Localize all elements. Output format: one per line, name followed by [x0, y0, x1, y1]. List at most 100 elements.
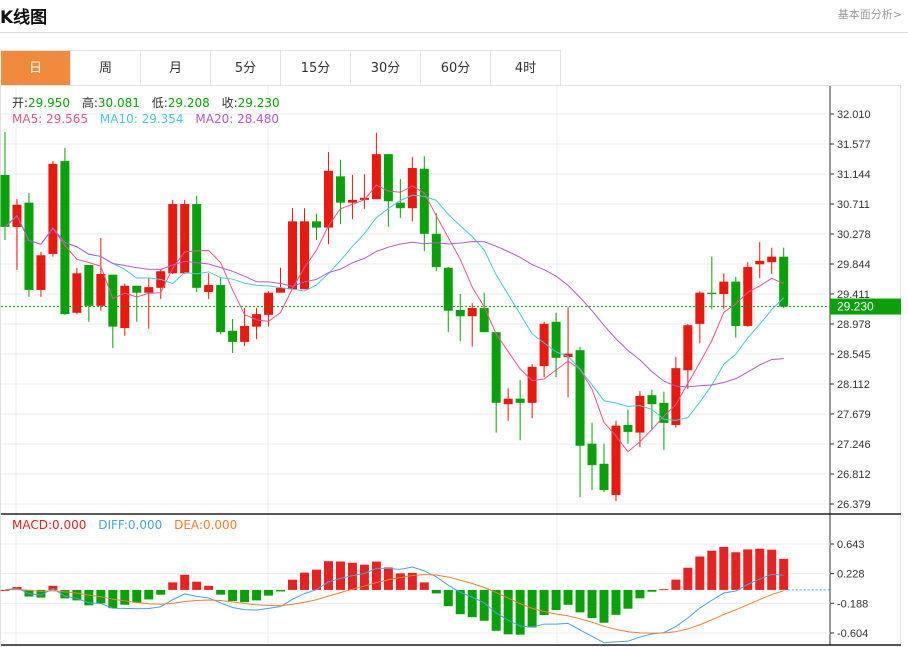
- candle: [671, 357, 681, 428]
- ohlc-info: 开:29.950 高:30.081 低:29.208 收:29.230: [12, 94, 288, 111]
- candle-body: [168, 204, 178, 274]
- candle: [455, 294, 465, 342]
- candle-body: [755, 260, 765, 265]
- candle-body: [228, 330, 238, 342]
- candle: [443, 267, 453, 333]
- macd-bar: [276, 589, 286, 592]
- candle-body: [132, 285, 142, 293]
- candle-body: [467, 307, 477, 317]
- candle-body: [84, 264, 94, 306]
- candle-body: [479, 307, 489, 333]
- candle-body: [455, 310, 465, 317]
- candle-body: [0, 174, 10, 227]
- ma-info: MA5: 29.565 MA10: 29.354 MA20: 28.480: [12, 112, 287, 126]
- macd-bar: [395, 573, 405, 590]
- candle-body: [503, 398, 513, 405]
- macd-bar: [192, 581, 202, 590]
- dea-legend: DEA:0.000: [174, 518, 238, 532]
- candle: [144, 278, 154, 329]
- price-tick-label: 26.379: [837, 499, 871, 511]
- high-label: 高:: [81, 96, 98, 110]
- candle: [204, 273, 214, 299]
- candle-body: [383, 154, 393, 202]
- macd-bar: [671, 579, 681, 590]
- price-tick-label: 28.545: [837, 349, 871, 361]
- candle: [623, 409, 633, 444]
- macd-legend: MACD:0.000: [12, 518, 87, 532]
- price-tick-label: 28.112: [837, 379, 870, 391]
- candle-body: [671, 368, 681, 425]
- candle-body: [515, 398, 525, 403]
- candle-body: [240, 325, 250, 342]
- candle-body: [767, 256, 777, 263]
- macd-bar: [551, 589, 561, 611]
- candle: [347, 174, 357, 220]
- macd-bar: [300, 572, 309, 590]
- macd-bar: [443, 589, 453, 607]
- macd-bar: [216, 589, 226, 595]
- candle-body: [635, 395, 645, 433]
- macd-bar: [180, 574, 190, 590]
- macd-bar: [707, 550, 717, 590]
- candle: [587, 422, 597, 491]
- candle-body: [347, 199, 357, 203]
- macd-bar: [168, 582, 178, 590]
- candle: [84, 264, 94, 322]
- candle-body: [527, 366, 537, 403]
- macd-bar: [228, 589, 238, 602]
- candle-body: [647, 395, 657, 405]
- price-tick-label: 31.144: [837, 169, 871, 181]
- price-tick-label: 29.844: [837, 259, 871, 271]
- macd-bar: [779, 558, 789, 590]
- candle: [48, 161, 58, 257]
- candle: [300, 208, 309, 290]
- macd-bar: [659, 589, 669, 591]
- candle: [491, 332, 501, 433]
- candle-body: [276, 287, 286, 293]
- macd-bar: [755, 548, 765, 590]
- candle-body: [335, 176, 345, 203]
- price-tick-label: 30.711: [837, 199, 870, 211]
- candle: [659, 391, 669, 450]
- macd-bar: [743, 549, 753, 590]
- close-value: 29.230: [237, 96, 280, 110]
- candle: [276, 267, 286, 293]
- macd-bar: [120, 589, 130, 605]
- macd-bar: [467, 589, 477, 618]
- candle-body: [204, 285, 214, 292]
- candle-body: [719, 281, 729, 295]
- macd-bar: [156, 589, 166, 595]
- candle: [180, 199, 190, 274]
- candle: [192, 195, 202, 292]
- candle: [467, 303, 477, 347]
- candle: [252, 307, 262, 340]
- candle: [120, 283, 130, 336]
- candle-body: [683, 325, 693, 371]
- macd-bar: [264, 589, 274, 596]
- candle: [288, 208, 298, 290]
- candle-body: [395, 202, 405, 209]
- candle-body: [96, 273, 106, 306]
- candle: [311, 213, 321, 241]
- candle: [60, 147, 70, 315]
- macd-bar: [132, 589, 142, 603]
- open-value: 29.950: [28, 96, 71, 110]
- candle-body: [419, 168, 429, 234]
- candle: [323, 152, 333, 245]
- candle-body: [599, 463, 609, 491]
- candle-body: [192, 204, 202, 288]
- candle: [779, 247, 789, 309]
- macd-bar: [431, 589, 441, 594]
- candle-body: [108, 274, 118, 327]
- macd-bar: [731, 552, 741, 590]
- ma5-legend: MA5: 29.565: [12, 112, 89, 126]
- candle: [419, 156, 429, 252]
- macd-bar: [323, 561, 333, 590]
- candle-body: [371, 154, 381, 200]
- macd-bar: [575, 589, 585, 613]
- macd-bar: [240, 589, 250, 603]
- candle: [767, 247, 777, 274]
- macd-bar: [335, 561, 345, 590]
- ma20-legend: MA20: 28.480: [195, 112, 280, 126]
- candle: [599, 443, 609, 493]
